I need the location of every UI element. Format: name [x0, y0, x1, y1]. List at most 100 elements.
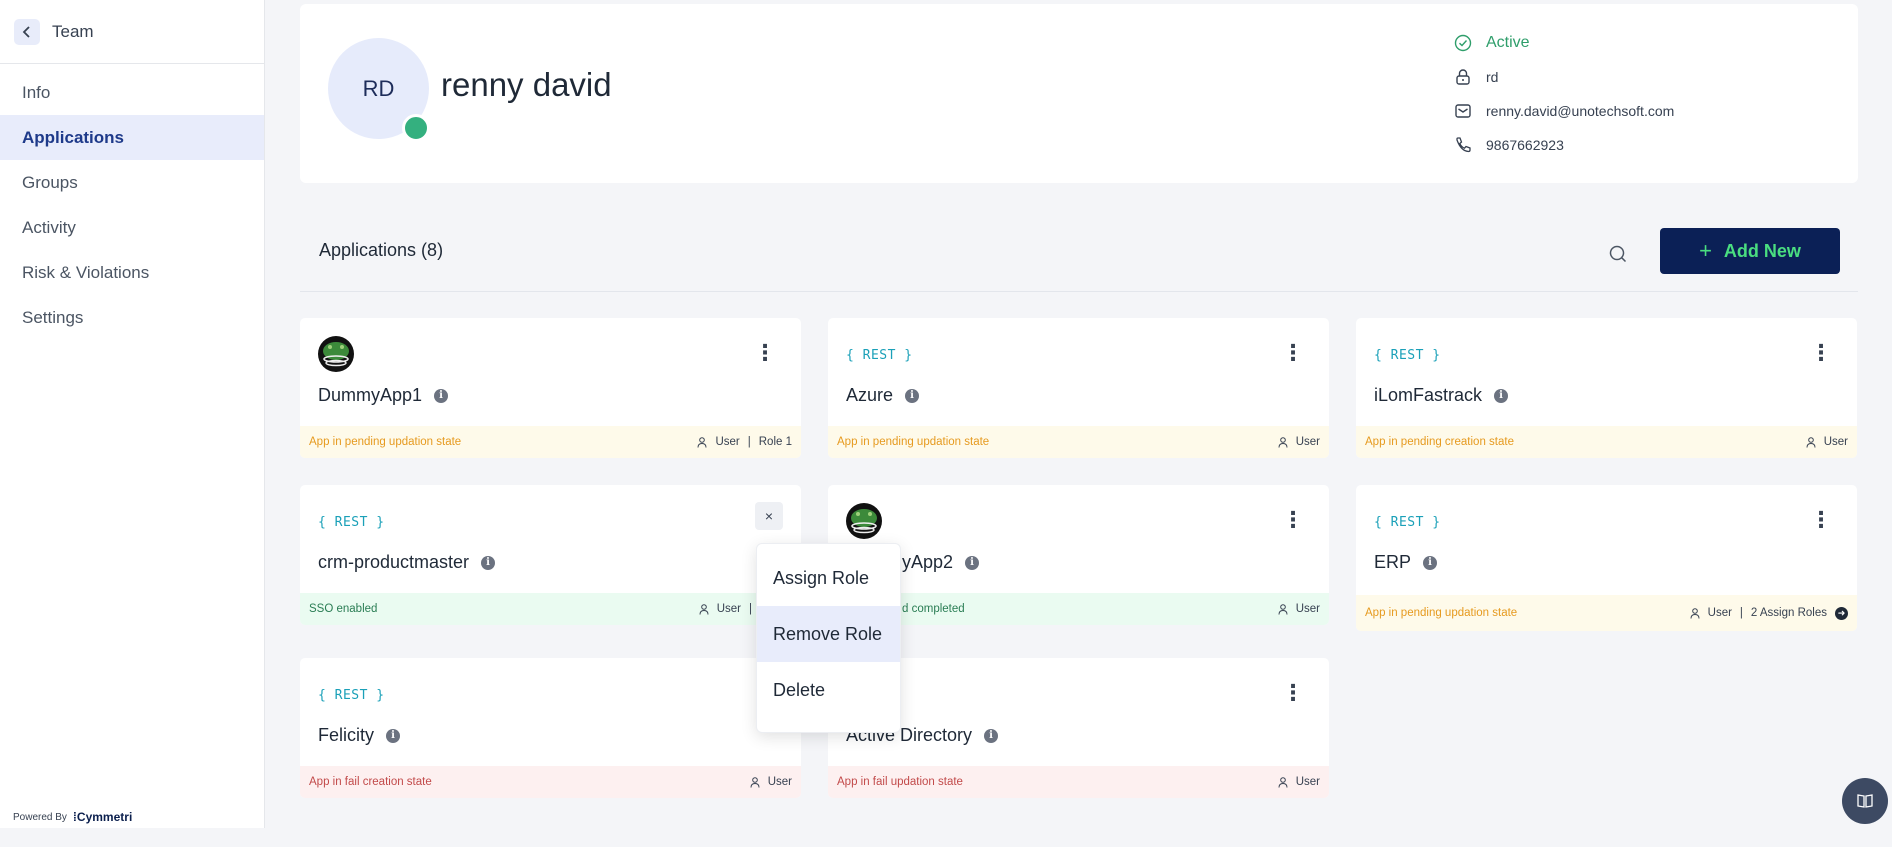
frog-icon — [845, 502, 883, 545]
add-new-label: Add New — [1723, 240, 1801, 261]
chevron-left-icon — [22, 25, 30, 38]
role-label: User — [1295, 436, 1320, 448]
more-options-icon[interactable]: ⋮ — [1282, 680, 1304, 706]
app-card-ilomfastrack[interactable]: { REST } ⋮ iLomFastrack i App in pending… — [1356, 318, 1857, 458]
menu-item-assign-role[interactable]: Assign Role — [757, 550, 900, 606]
separator: | — [1739, 607, 1743, 619]
more-options-icon[interactable]: ⋮ — [1810, 507, 1832, 533]
more-options-icon[interactable]: ⋮ — [754, 340, 776, 366]
app-status-text: App in pending updation state — [837, 436, 990, 448]
rest-badge: { REST } — [846, 348, 913, 363]
app-status-bar: App in fail updation state User — [828, 766, 1329, 798]
app-status-text: App in fail creation state — [309, 776, 432, 788]
app-card-dummyapp2[interactable]: ⋮ yApp2 i d completed User — [828, 485, 1329, 625]
help-button[interactable] — [1842, 778, 1888, 824]
add-new-button[interactable]: + Add New — [1660, 228, 1840, 274]
app-status-text: App in pending updation state — [1365, 607, 1518, 619]
role-label: User — [1295, 603, 1320, 615]
powered-by: Powered By ⁞Cymmetri — [13, 810, 132, 824]
sidebar-item-groups[interactable]: Groups — [0, 160, 264, 205]
arrow-right-icon[interactable]: ➜ — [1835, 606, 1848, 620]
close-menu-button[interactable]: × — [755, 502, 783, 530]
role-label: User — [1823, 436, 1848, 448]
user-icon — [1806, 436, 1816, 448]
more-options-icon[interactable]: ⋮ — [1282, 507, 1304, 533]
info-icon[interactable]: i — [905, 388, 920, 403]
info-icon[interactable]: i — [965, 555, 980, 570]
app-status-text: d completed — [902, 603, 965, 615]
applications-header: Applications (8) + Add New — [300, 220, 1858, 292]
rest-badge: { REST } — [318, 515, 385, 530]
lock-icon — [1453, 67, 1473, 87]
rest-badge: { REST } — [1374, 348, 1441, 363]
sidebar-item-activity[interactable]: Activity — [0, 205, 264, 250]
app-roles: User — [1278, 436, 1320, 448]
app-card-felicity[interactable]: { REST } Felicity i App in fail creation… — [300, 658, 801, 798]
profile-details: Active rd renny.david@unotechsoft.com 98… — [1453, 26, 1674, 162]
app-name: Felicity i — [318, 725, 401, 746]
more-options-icon[interactable]: ⋮ — [1810, 340, 1832, 366]
app-status-bar: App in pending updation state User | 2 A… — [1356, 595, 1857, 631]
sidebar-item-settings[interactable]: Settings — [0, 295, 264, 340]
sidebar-item-risk-violations[interactable]: Risk & Violations — [0, 250, 264, 295]
info-icon[interactable]: i — [434, 388, 449, 403]
brand-logo: ⁞Cymmetri — [72, 810, 133, 824]
app-status-text: App in fail updation state — [837, 776, 963, 788]
app-status-bar: SSO enabled User | — [300, 593, 801, 625]
app-status-bar: d completed User — [828, 593, 1329, 625]
role-label: User — [1295, 776, 1320, 788]
role-label: User — [715, 436, 740, 448]
mail-icon — [1453, 101, 1473, 121]
app-roles: User | 2 Assign Roles ➜ — [1690, 606, 1848, 620]
app-name: ERP i — [1374, 552, 1438, 573]
app-card-dummyapp1[interactable]: ⋮ DummyApp1 i App in pending updation st… — [300, 318, 801, 458]
menu-item-delete[interactable]: Delete — [757, 662, 900, 718]
info-icon[interactable]: i — [984, 728, 999, 743]
applications-title: Applications (8) — [319, 240, 444, 260]
phone-value: 9867662923 — [1486, 137, 1564, 153]
app-roles: User — [1806, 436, 1848, 448]
status-row: Active — [1453, 26, 1674, 60]
menu-item-remove-role[interactable]: Remove Role — [757, 606, 900, 662]
role-label: User — [716, 603, 741, 615]
app-card-active-directory[interactable]: ⋮ Active Directory i App in fail updatio… — [828, 658, 1329, 798]
user-icon — [1278, 436, 1288, 448]
info-icon[interactable]: i — [1423, 555, 1438, 570]
more-options-icon[interactable]: ⋮ — [1282, 340, 1304, 366]
sidebar-item-applications[interactable]: Applications — [0, 115, 264, 160]
separator: | — [747, 436, 751, 448]
user-icon — [1278, 776, 1288, 788]
role-label: User — [1707, 607, 1732, 619]
brand-name: Cymmetri — [76, 810, 133, 824]
app-name-text: yApp2 — [902, 552, 954, 572]
search-button[interactable] — [1606, 242, 1630, 266]
sidebar-item-info[interactable]: Info — [0, 70, 264, 115]
user-icon — [750, 776, 760, 788]
app-context-menu: Assign Role Remove Role Delete — [756, 543, 901, 733]
app-name-text: ERP — [1374, 552, 1412, 572]
username-value: rd — [1486, 69, 1499, 85]
email-row: renny.david@unotechsoft.com — [1453, 94, 1674, 128]
info-icon[interactable]: i — [481, 555, 496, 570]
phone-icon — [1453, 135, 1473, 155]
app-card-azure[interactable]: { REST } ⋮ Azure i App in pending updati… — [828, 318, 1329, 458]
email-value: renny.david@unotechsoft.com — [1486, 103, 1675, 119]
info-icon[interactable]: i — [386, 728, 401, 743]
app-name: iLomFastrack i — [1374, 385, 1509, 406]
app-status-bar: App in fail creation state User — [300, 766, 801, 798]
online-status-dot — [402, 114, 430, 142]
app-status-bar: App in pending creation state User — [1356, 426, 1857, 458]
back-button[interactable] — [14, 18, 40, 45]
sidebar: Team Info Applications Groups Activity R… — [0, 0, 265, 828]
username-row: rd — [1453, 60, 1674, 94]
info-icon[interactable]: i — [1494, 388, 1509, 403]
assign-roles-link[interactable]: 2 Assign Roles — [1751, 607, 1827, 619]
app-status-text: App in pending updation state — [309, 436, 462, 448]
app-card-crm-productmaster[interactable]: { REST } × crm-productmaster i SSO enabl… — [300, 485, 801, 625]
app-status-text: SSO enabled — [309, 603, 378, 615]
app-card-erp[interactable]: { REST } ⋮ ERP i App in pending updation… — [1356, 485, 1857, 631]
sidebar-title: Team — [52, 21, 94, 41]
check-circle-icon — [1453, 33, 1473, 53]
powered-by-label: Powered By — [13, 811, 67, 823]
app-name: Azure i — [846, 385, 920, 406]
